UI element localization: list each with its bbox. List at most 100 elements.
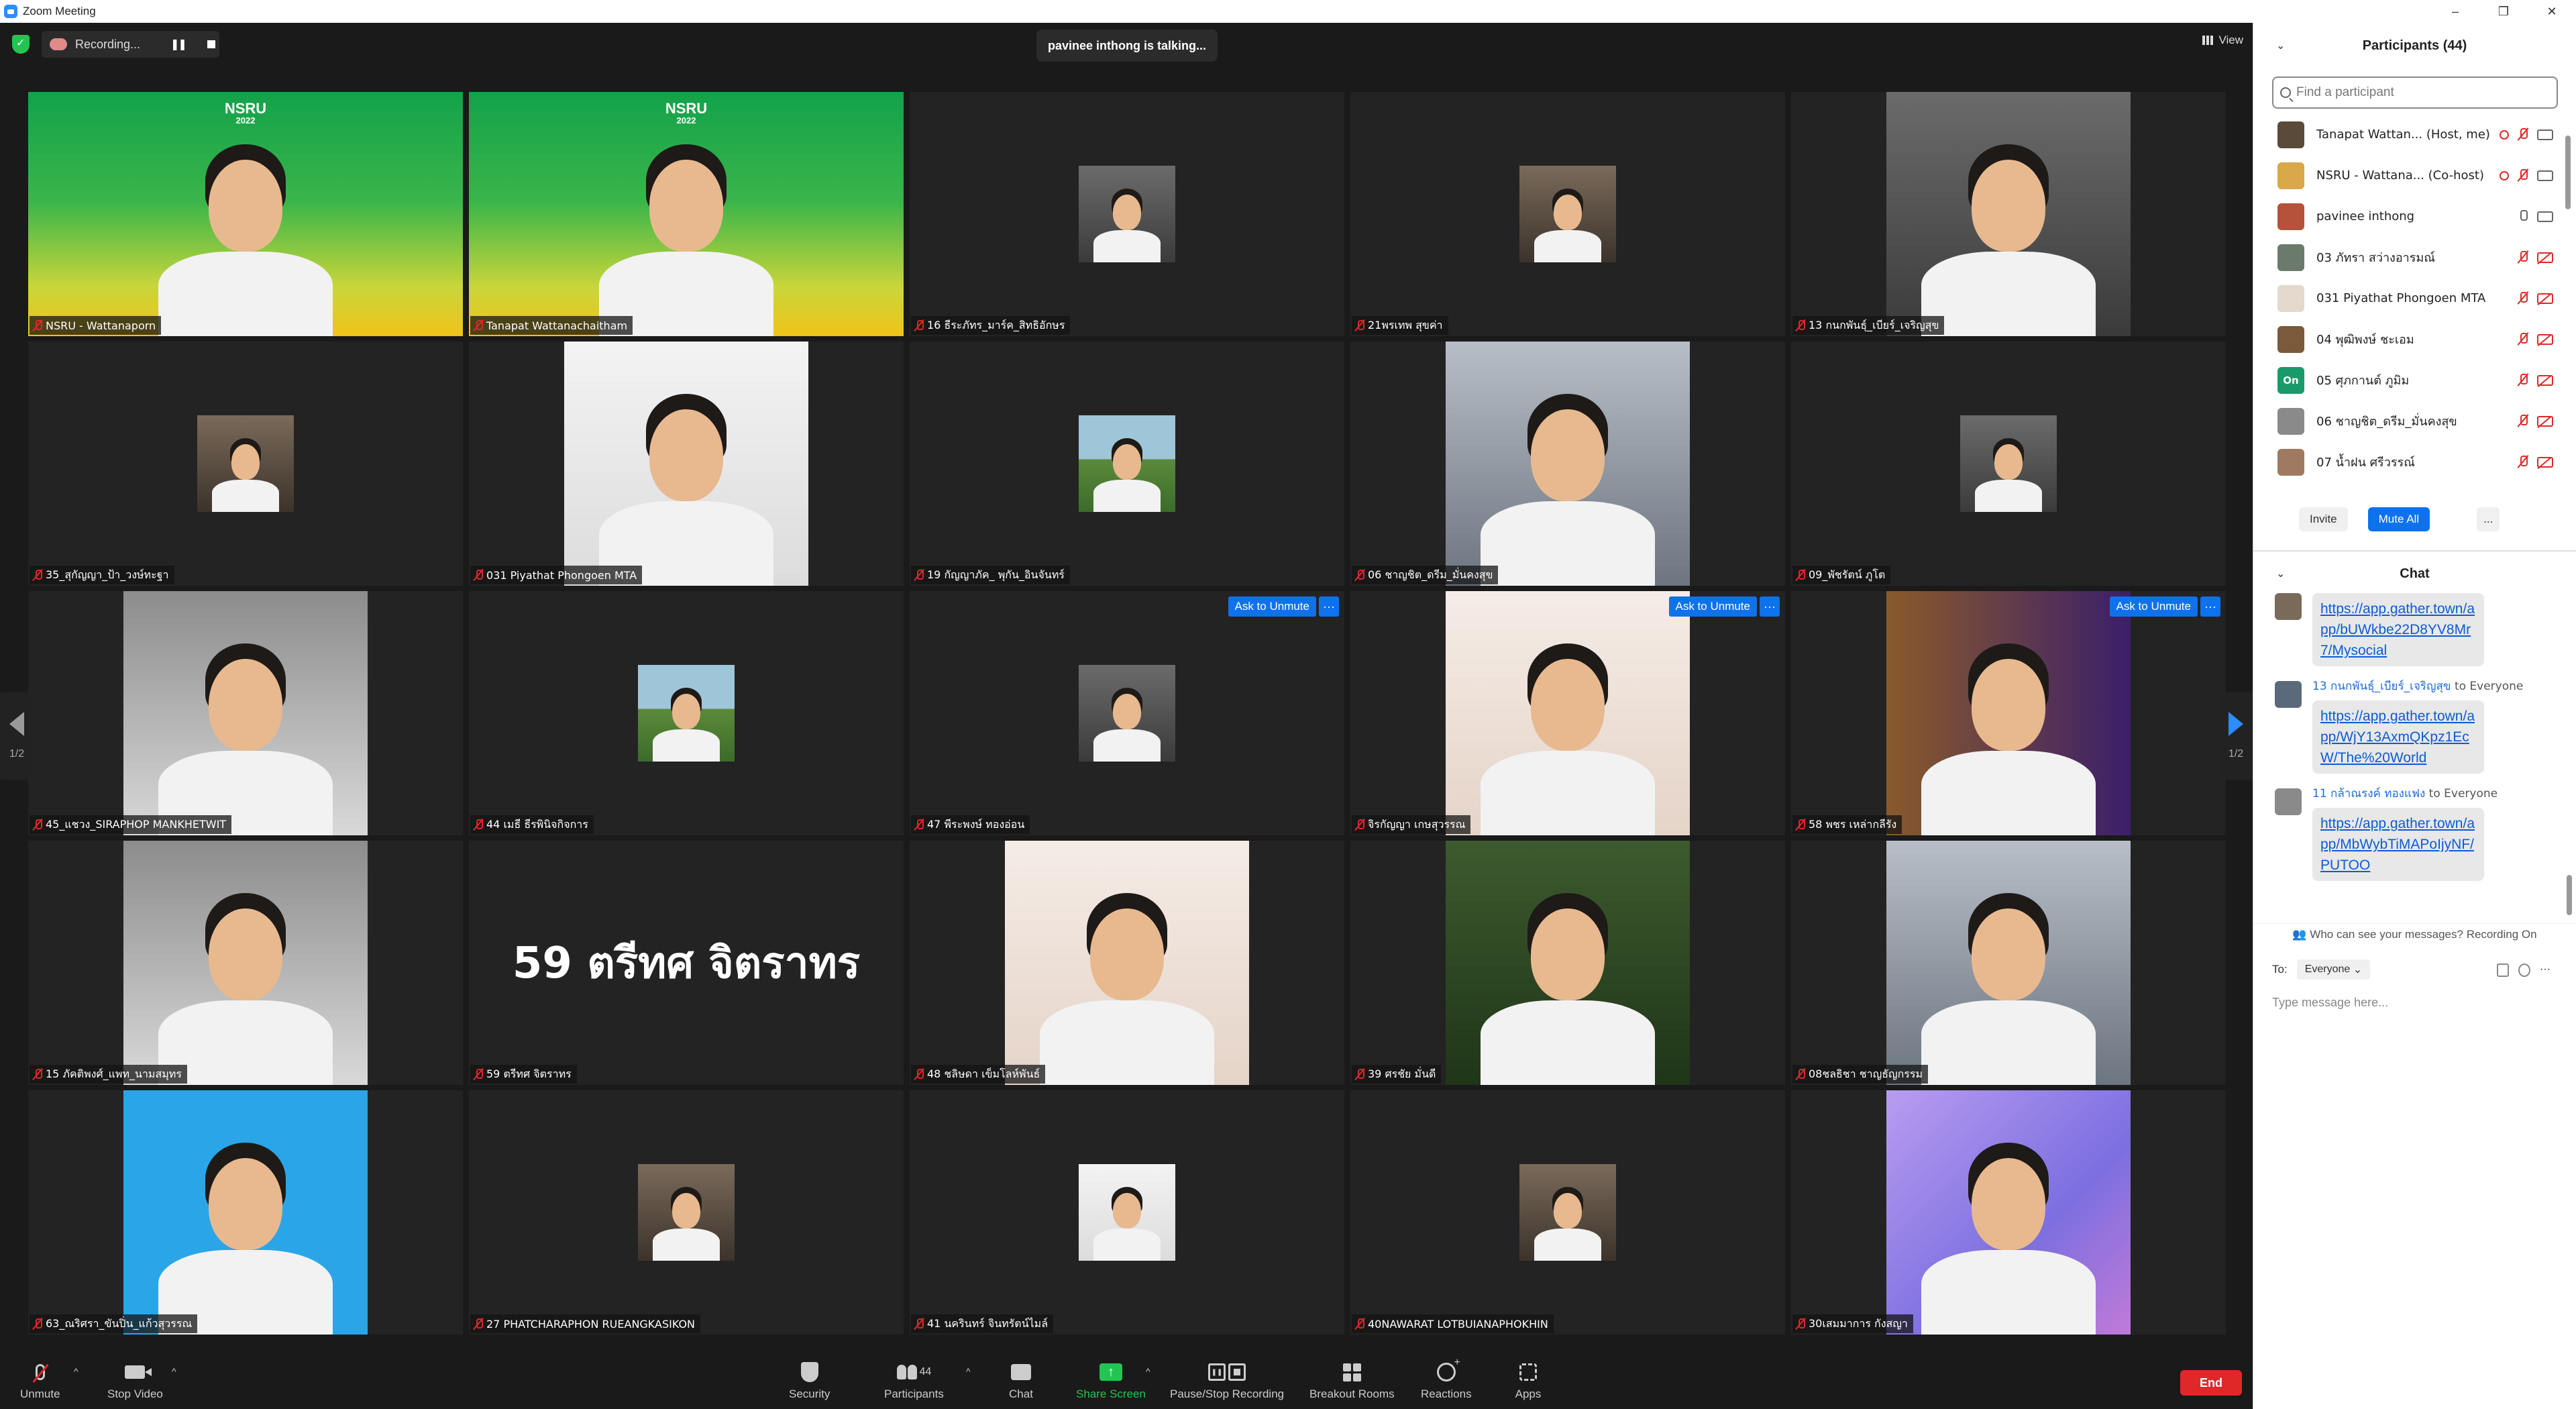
camera-off-icon[interactable]	[2537, 252, 2553, 263]
reactions-button[interactable]: Reactions	[1421, 1357, 1472, 1401]
share-options-caret-icon[interactable]: ^	[1146, 1366, 1150, 1377]
video-tile[interactable]: 06 ชาญชิต_ดรีม_มั่นคงสุข	[1350, 342, 1785, 586]
video-tile[interactable]: 59 ตรีทศ จิตราทร 59 ตรีทศ จิตราทร	[469, 841, 904, 1085]
participant-row[interactable]: NSRU - Wattana... (Co-host)	[2253, 155, 2576, 196]
camera-icon[interactable]	[2537, 211, 2553, 222]
breakout-rooms-button[interactable]: Breakout Rooms	[1309, 1361, 1395, 1401]
video-tile[interactable]: 16 ธีระภัทร_มาร์ค_สิทธิอักษร	[910, 92, 1344, 336]
camera-off-icon[interactable]	[2537, 293, 2553, 304]
chat-link[interactable]: https://app.gather.town/app/WjY13AxmQKpz…	[2312, 700, 2484, 774]
next-page-button[interactable]: 1/2	[2219, 692, 2253, 780]
ask-to-unmute-button[interactable]: Ask to Unmute	[1228, 596, 1316, 617]
ask-to-unmute-button[interactable]: Ask to Unmute	[1668, 596, 1757, 617]
stop-video-button[interactable]: Stop Video	[107, 1361, 163, 1401]
participant-search[interactable]: Find a participant	[2272, 76, 2558, 109]
participants-options-caret-icon[interactable]: ^	[966, 1366, 971, 1377]
video-tile[interactable]: 41 นครินทร์ จินทรัตน์ไมล์	[910, 1090, 1344, 1335]
microphone-muted-icon[interactable]	[2518, 250, 2528, 264]
video-tile[interactable]: 44 เมธี ธีรพินิจกิจการ	[469, 591, 904, 835]
view-button[interactable]: View	[2202, 34, 2243, 47]
microphone-muted-icon[interactable]	[2518, 455, 2528, 469]
camera-icon[interactable]	[2537, 129, 2553, 140]
participant-row[interactable]: pavinee inthong	[2253, 196, 2576, 237]
microphone-muted-icon[interactable]	[2518, 127, 2528, 142]
pause-recording-icon[interactable]: ❚❚	[170, 38, 187, 51]
video-tile[interactable]: 15 ภัคติพงศ์_แพท_นามสมุทร	[28, 841, 463, 1085]
microphone-muted-icon[interactable]	[2518, 291, 2528, 305]
video-tile[interactable]: NSRU 2022 Tanapat Wattanachaitham	[469, 92, 904, 336]
camera-icon[interactable]	[2537, 170, 2553, 181]
participant-row[interactable]: 07 น้ำฝน ศรีวรรณ์	[2253, 441, 2576, 482]
invite-button[interactable]: Invite	[2299, 507, 2348, 531]
restore-icon[interactable]: ❐	[2479, 0, 2528, 23]
chat-scrollbar[interactable]	[2567, 875, 2572, 915]
participant-row[interactable]: 03 ภัทรา สว่างอารมณ์	[2253, 237, 2576, 278]
video-tile[interactable]: 40NAWARAT LOTBUIANAPHOKHIN	[1350, 1090, 1785, 1335]
microphone-muted-icon[interactable]	[2518, 332, 2528, 346]
tile-more-button[interactable]: ···	[2200, 596, 2220, 617]
video-tile[interactable]: 30เสมมาการ กังสญา	[1791, 1090, 2226, 1335]
video-tile[interactable]: 09_พัชรัตน์ ภูโต	[1791, 342, 2226, 586]
minimize-icon[interactable]: –	[2431, 0, 2479, 23]
video-tile[interactable]: 39 ศรชัย มั่นดี	[1350, 841, 1785, 1085]
participant-row[interactable]: 031 Piyathat Phongoen MTA	[2253, 278, 2576, 319]
collapse-participants-icon[interactable]: ⌄	[2276, 39, 2285, 52]
chat-visibility-note[interactable]: 👥 Who can see your messages? Recording O…	[2253, 923, 2576, 941]
tile-more-button[interactable]: ···	[1319, 596, 1339, 617]
emoji-icon[interactable]	[2518, 963, 2530, 977]
video-tile[interactable]: 19 กัญญาภัค_ พุกัน_อินจันทร์	[910, 342, 1344, 586]
camera-off-icon[interactable]	[2537, 456, 2553, 468]
camera-off-icon[interactable]	[2537, 333, 2553, 345]
encryption-shield-icon[interactable]	[12, 35, 30, 54]
participants-more-button[interactable]: ...	[2477, 507, 2500, 531]
pause-stop-recording-button[interactable]: Pause/Stop Recording	[1170, 1361, 1284, 1401]
video-tile[interactable]: 35_สุกัญญา_ป้า_วงษ์ทะฐา	[28, 342, 463, 586]
file-icon[interactable]	[2497, 963, 2509, 977]
video-tile[interactable]: 13 กนกพันธุ์_เบียร์_เจริญสุข	[1791, 92, 2226, 336]
ask-to-unmute-button[interactable]: Ask to Unmute	[2109, 596, 2198, 617]
chat-message-input[interactable]	[2272, 989, 2558, 1016]
tile-more-button[interactable]: ···	[1760, 596, 1780, 617]
chat-sender-name[interactable]: 13 กนกพันธุ์_เบียร์_เจริญสุข	[2312, 680, 2451, 693]
video-options-caret-icon[interactable]: ^	[172, 1366, 176, 1377]
chat-link[interactable]: https://app.gather.town/app/bUWkbe22D8YV…	[2312, 593, 2484, 666]
chat-sender-name[interactable]: 11 กล้าณรงค์ ทองแฟง	[2312, 787, 2425, 800]
collapse-chat-icon[interactable]: ⌄	[2276, 567, 2285, 580]
recipient-select[interactable]: Everyone ⌄	[2296, 959, 2371, 980]
share-screen-button[interactable]: ↑ Share Screen	[1076, 1361, 1146, 1401]
microphone-muted-icon[interactable]	[2518, 373, 2528, 387]
participant-row[interactable]: Tanapat Wattan... (Host, me)	[2253, 114, 2576, 155]
previous-page-button[interactable]: 1/2	[0, 692, 34, 780]
audio-options-caret-icon[interactable]: ^	[74, 1366, 78, 1377]
video-tile[interactable]: 63_ณริศรา_ขันปิ่น_แก้วสุวรรณ	[28, 1090, 463, 1335]
security-button[interactable]: Security	[789, 1361, 830, 1401]
participants-scrollbar[interactable]	[2565, 136, 2571, 209]
microphone-muted-icon[interactable]	[2518, 168, 2528, 182]
video-tile[interactable]: NSRU 2022 NSRU - Wattanaporn	[28, 92, 463, 336]
participant-row[interactable]: 04 พุฒิพงษ์ ชะเอม	[2253, 319, 2576, 360]
participant-row[interactable]: 06 ชาญชิต_ดรีม_มั่นคงสุข	[2253, 401, 2576, 441]
participant-row[interactable]: On 05 ศุภกานต์ ภูมิม	[2253, 360, 2576, 401]
chat-link[interactable]: https://app.gather.town/app/MbWybTiMAPoI…	[2312, 808, 2484, 881]
video-tile[interactable]: Ask to Unmute ··· จิรกัญญา เกษสุวรรณ	[1350, 591, 1785, 835]
participants-button[interactable]: 44 Participants	[884, 1361, 944, 1401]
camera-off-icon[interactable]	[2537, 415, 2553, 427]
mute-all-button[interactable]: Mute All	[2367, 507, 2430, 531]
video-tile[interactable]: 08ชลธิชา ชาญธัญกรรม	[1791, 841, 2226, 1085]
video-tile[interactable]: Ask to Unmute ··· 58 พชร เหล่ากลีรัง	[1791, 591, 2226, 835]
unmute-button[interactable]: Unmute	[20, 1361, 60, 1401]
video-tile[interactable]: 48 ชลิษดา เข็มโลห์พันธ์	[910, 841, 1344, 1085]
apps-button[interactable]: Apps	[1515, 1361, 1542, 1401]
chat-button[interactable]: Chat	[1008, 1361, 1034, 1401]
video-tile[interactable]: 45_แชวง_SIRAPHOP MANKHETWIT	[28, 591, 463, 835]
stop-recording-icon[interactable]	[207, 40, 215, 48]
video-tile[interactable]: 21พรเทพ สุขค่า	[1350, 92, 1785, 336]
microphone-muted-icon[interactable]	[2518, 414, 2528, 428]
camera-off-icon[interactable]	[2537, 374, 2553, 386]
microphone-icon[interactable]	[2518, 209, 2528, 223]
more-options-icon[interactable]: ···	[2540, 963, 2552, 977]
video-tile[interactable]: Ask to Unmute ··· 47 พีระพงษ์ ทองอ่อน	[910, 591, 1344, 835]
video-tile[interactable]: 27 PHATCHARAPHON RUEANGKASIKON	[469, 1090, 904, 1335]
end-meeting-button[interactable]: End	[2180, 1370, 2242, 1396]
close-icon[interactable]: ✕	[2528, 0, 2576, 23]
